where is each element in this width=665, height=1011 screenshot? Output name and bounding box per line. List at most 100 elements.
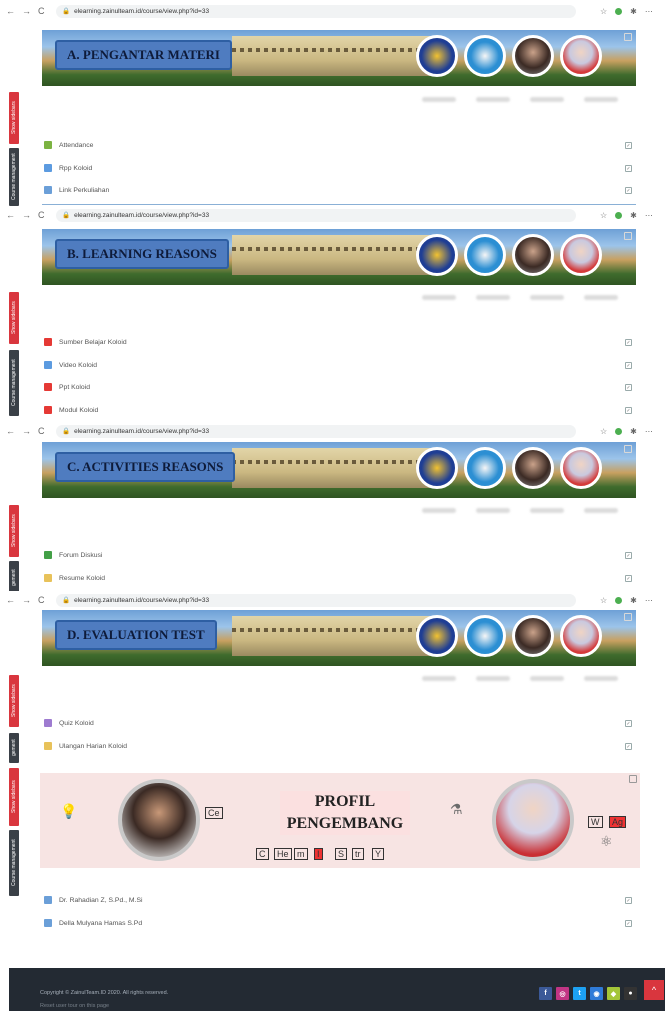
apple-icon[interactable]: ● <box>624 987 637 1000</box>
facebook-icon[interactable]: f <box>539 987 552 1000</box>
forward-icon[interactable]: → <box>22 210 31 220</box>
completion-checkbox[interactable]: ✓ <box>625 919 632 927</box>
instagram-icon[interactable]: ◎ <box>556 987 569 1000</box>
lock-icon: 🔒 <box>62 212 71 219</box>
reload-icon[interactable]: C <box>38 595 45 605</box>
activity-label[interactable]: Forum Diskusi <box>59 552 102 559</box>
banner-checkbox[interactable] <box>629 775 637 783</box>
android-icon[interactable]: ◆ <box>607 987 620 1000</box>
show-sidebars-tab[interactable]: Show sidebars <box>9 505 19 557</box>
puzzle-icon[interactable]: ✱ <box>630 211 637 220</box>
location-icon[interactable]: ◉ <box>590 987 603 1000</box>
activity-attendance[interactable]: Attendance ✓ <box>44 138 636 152</box>
menu-icon[interactable]: ⋯ <box>645 7 653 16</box>
completion-checkbox[interactable]: ✓ <box>625 742 632 750</box>
show-sidebars-tab[interactable]: Show sidebars <box>9 675 19 727</box>
show-sidebars-tab[interactable]: Show sidebars <box>9 292 19 344</box>
back-icon[interactable]: ← <box>6 426 15 436</box>
activity-label[interactable]: Attendance <box>59 142 93 149</box>
building-illustration <box>232 448 442 488</box>
extension-icon[interactable] <box>615 211 623 219</box>
banner-checkbox[interactable] <box>624 33 632 41</box>
activity-label[interactable]: Rpp Koloid <box>59 165 92 172</box>
social-links: f ◎ t ◉ ◆ ● <box>539 987 637 1000</box>
team-member-2[interactable]: Della Mulyana Hamas S.Pd ✓ <box>44 916 636 930</box>
completion-checkbox[interactable]: ✓ <box>625 406 632 414</box>
activity-label[interactable]: Dr. Rahadian Z, S.Pd., M.Si <box>59 897 142 904</box>
assignment-icon <box>44 742 52 750</box>
extension-icon[interactable] <box>615 7 623 15</box>
course-page: ← → C 🔒 elearning.zainulteam.id/course/view… <box>0 0 665 1011</box>
back-icon[interactable]: ← <box>6 595 15 605</box>
activity-label[interactable]: Resume Koloid <box>59 575 105 582</box>
extension-icon[interactable] <box>615 596 623 604</box>
completion-checkbox[interactable]: ✓ <box>625 141 632 149</box>
activity-label[interactable]: Ulangan Harian Koloid <box>59 743 127 750</box>
completion-checkbox[interactable]: ✓ <box>625 896 632 904</box>
star-icon[interactable]: ☆ <box>600 211 607 220</box>
back-to-top-button[interactable]: ^ <box>644 980 664 1000</box>
forward-icon[interactable]: → <box>22 6 31 16</box>
reload-icon[interactable]: C <box>38 210 45 220</box>
course-management-tab[interactable]: Course management <box>9 350 19 416</box>
reset-tour-link[interactable]: Reset user tour on this page <box>40 1003 109 1009</box>
completion-checkbox[interactable]: ✓ <box>625 551 632 559</box>
star-icon[interactable]: ☆ <box>600 596 607 605</box>
menu-icon[interactable]: ⋯ <box>645 211 653 220</box>
extension-icon[interactable] <box>615 427 623 435</box>
address-bar[interactable]: 🔒 elearning.zainulteam.id/course/view.php… <box>56 424 576 438</box>
activity-label[interactable]: Della Mulyana Hamas S.Pd <box>59 920 142 927</box>
activity-forum[interactable]: Forum Diskusi ✓ <box>44 548 636 562</box>
activity-label[interactable]: Ppt Koloid <box>59 384 90 391</box>
activity-label[interactable]: Sumber Belajar Koloid <box>59 339 127 346</box>
team-member-1[interactable]: Dr. Rahadian Z, S.Pd., M.Si ✓ <box>44 893 636 907</box>
completion-checkbox[interactable]: ✓ <box>625 719 632 727</box>
activity-label[interactable]: Link Perkuliahan <box>59 187 109 194</box>
activity-label[interactable]: Modul Koloid <box>59 407 98 414</box>
activity-label[interactable]: Video Koloid <box>59 362 97 369</box>
star-icon[interactable]: ☆ <box>600 7 607 16</box>
show-sidebars-tab[interactable]: Show sidebars <box>9 768 19 826</box>
activity-video[interactable]: Video Koloid ✓ <box>44 358 636 372</box>
banner-checkbox[interactable] <box>624 232 632 240</box>
reload-icon[interactable]: C <box>38 6 45 16</box>
course-management-tab[interactable]: Course management <box>9 148 19 206</box>
puzzle-icon[interactable]: ✱ <box>630 596 637 605</box>
banner-checkbox[interactable] <box>624 613 632 621</box>
completion-checkbox[interactable]: ✓ <box>625 361 632 369</box>
completion-checkbox[interactable]: ✓ <box>625 186 632 194</box>
lecturer-photo <box>118 779 200 861</box>
completion-checkbox[interactable]: ✓ <box>625 338 632 346</box>
puzzle-icon[interactable]: ✱ <box>630 7 637 16</box>
back-icon[interactable]: ← <box>6 6 15 16</box>
course-management-tab[interactable]: gement <box>9 561 19 595</box>
activity-ulangan[interactable]: Ulangan Harian Koloid ✓ <box>44 739 636 753</box>
puzzle-icon[interactable]: ✱ <box>630 427 637 436</box>
show-sidebars-tab[interactable]: Show sidebars <box>9 92 19 144</box>
course-management-tab[interactable]: Course management <box>9 830 19 896</box>
activity-sumber-belajar[interactable]: Sumber Belajar Koloid ✓ <box>44 335 636 349</box>
address-bar[interactable]: 🔒 elearning.zainulteam.id/course/view.php… <box>56 593 576 607</box>
completion-checkbox[interactable]: ✓ <box>625 164 632 172</box>
activity-link[interactable]: Link Perkuliahan ✓ <box>44 183 636 197</box>
course-management-tab[interactable]: gement <box>9 733 19 763</box>
activity-quiz[interactable]: Quiz Koloid ✓ <box>44 716 636 730</box>
back-icon[interactable]: ← <box>6 210 15 220</box>
star-icon[interactable]: ☆ <box>600 427 607 436</box>
activity-ppt[interactable]: Ppt Koloid ✓ <box>44 380 636 394</box>
reload-icon[interactable]: C <box>38 426 45 436</box>
completion-checkbox[interactable]: ✓ <box>625 574 632 582</box>
activity-modul[interactable]: Modul Koloid ✓ <box>44 403 636 417</box>
menu-icon[interactable]: ⋯ <box>645 596 653 605</box>
forward-icon[interactable]: → <box>22 595 31 605</box>
address-bar[interactable]: 🔒 elearning.zainulteam.id/course/view.php… <box>56 208 576 222</box>
completion-checkbox[interactable]: ✓ <box>625 383 632 391</box>
activity-rpp[interactable]: Rpp Koloid ✓ <box>44 161 636 175</box>
forward-icon[interactable]: → <box>22 426 31 436</box>
banner-checkbox[interactable] <box>624 445 632 453</box>
twitter-icon[interactable]: t <box>573 987 586 1000</box>
address-bar[interactable]: 🔒 elearning.zainulteam.id/course/view.php… <box>56 4 576 18</box>
activity-label[interactable]: Quiz Koloid <box>59 720 94 727</box>
menu-icon[interactable]: ⋯ <box>645 427 653 436</box>
activity-resume[interactable]: Resume Koloid ✓ <box>44 571 636 585</box>
